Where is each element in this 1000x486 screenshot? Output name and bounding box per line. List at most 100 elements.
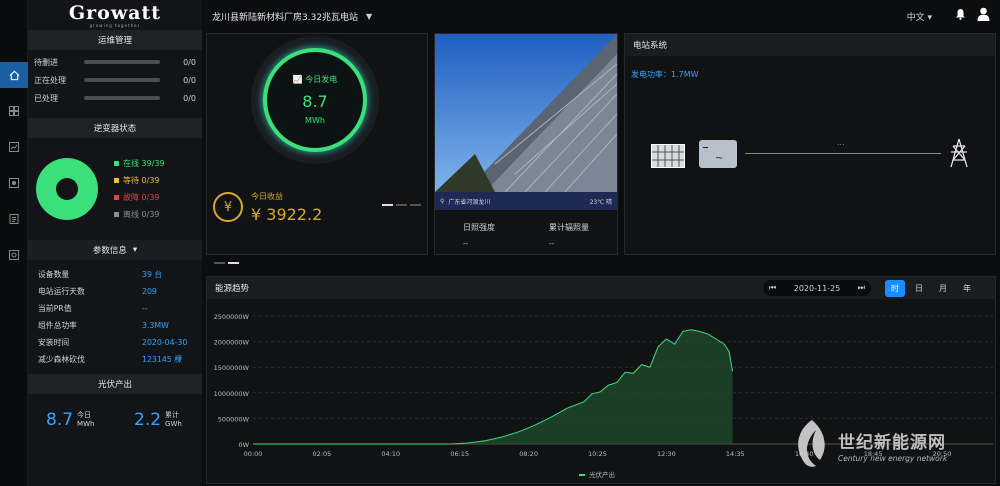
date-value: 2020-11-25 — [793, 283, 841, 293]
maintenance-row: 已处理 0/0 — [28, 89, 202, 107]
legend-label: 离线 0/39 — [123, 210, 160, 219]
maintenance-value: 0/0 — [183, 75, 196, 85]
gauge-ring: 📈 今日发电 8.7 MWh — [251, 36, 379, 164]
range-tabs: 时 日 月 年 — [885, 280, 977, 297]
power-readout: 发电功率：1.7MW — [631, 69, 699, 80]
pv-output-header: 光伏产出 — [28, 374, 202, 394]
x-tick-label: 14:35 — [726, 450, 745, 458]
today-power-value: 8.7 — [302, 92, 328, 111]
y-tick-label: 500000W — [218, 415, 250, 423]
top-bar: 龙川县新陆新材料厂房3.32兆瓦电站 ▼ 中文 ▾ — [202, 0, 1000, 32]
total-output: 2.2 累计 GWh — [134, 410, 182, 430]
maintenance-label: 待删进 — [34, 57, 58, 67]
language-selector[interactable]: 中文 ▾ — [907, 10, 932, 23]
y-tick-label: 2000000W — [214, 339, 250, 347]
tab-year[interactable]: 年 — [957, 280, 977, 297]
param-value: 209 — [142, 287, 157, 296]
maintenance-label: 已处理 — [34, 93, 58, 103]
params-list: 设备数量 39 台 电站运行天数 209 当前PR值 -- 组件总功率 3.3MW 安装… — [28, 266, 202, 368]
x-tick-label: 04:10 — [381, 450, 400, 458]
params-header[interactable]: 参数信息 ▾ — [28, 240, 202, 260]
next-date-icon[interactable]: ⏭ — [858, 283, 865, 293]
param-value: 2020-04-30 — [142, 338, 188, 347]
language-label: 中文 — [906, 13, 925, 23]
power-value: 1.7MW — [671, 70, 699, 79]
device-icon[interactable] — [0, 170, 28, 196]
settings-icon[interactable] — [0, 242, 28, 268]
x-tick-label: 06:15 — [450, 450, 469, 458]
param-row: 设备数量 39 台 — [28, 266, 202, 283]
cumulative-label: 累计辐照量 — [549, 223, 589, 232]
param-row: 电站运行天数 209 — [28, 283, 202, 300]
param-row: 减少森林砍伐 123145 棵 — [28, 351, 202, 368]
logo: Growatt growing together — [28, 0, 202, 30]
caret-down-icon: ▾ — [132, 245, 138, 255]
location-name: 广东省河源龙川 — [448, 198, 491, 206]
chart-up-icon: 📈 — [292, 75, 303, 84]
y-tick-label: 1000000W — [214, 390, 250, 398]
plant-photo-card: ⚲ 广东省河源龙川 23℃ 晴 日照强度 -- 累计辐照量 -- — [434, 33, 618, 255]
weather: 23℃ 晴 — [589, 198, 612, 206]
total-output-value: 2.2 — [134, 410, 162, 430]
legend-item: 故障 0/39 — [114, 189, 165, 206]
chart-icon[interactable] — [0, 134, 28, 160]
user-icon[interactable] — [977, 7, 990, 23]
today-power-unit: MWh — [305, 116, 325, 125]
today-income-value: ¥ 3922.2 — [251, 205, 323, 224]
date-picker[interactable]: ⏮ 2020-11-25 ⏭ — [763, 280, 871, 296]
param-label: 设备数量 — [38, 270, 70, 279]
home-icon[interactable] — [0, 62, 28, 88]
legend-label: 故障 0/39 — [123, 193, 160, 202]
sidebar: Growatt growing together 运维管理 待删进 0/0 正在处… — [28, 0, 202, 486]
irradiance-label: 日照强度 — [463, 223, 495, 232]
logo-text: Growatt — [68, 1, 162, 24]
report-icon[interactable] — [0, 206, 28, 232]
x-tick-label: 08:20 — [519, 450, 538, 458]
param-label: 安装时间 — [38, 338, 70, 347]
legend-item: 在线 39/39 — [114, 155, 165, 172]
maintenance-header: 运维管理 — [28, 30, 202, 50]
today-income-label: 今日收益 — [251, 192, 283, 201]
tab-hour[interactable]: 时 — [885, 280, 905, 297]
param-row: 安装时间 2020-04-30 — [28, 334, 202, 351]
money-bag-icon: ¥ — [213, 192, 243, 222]
param-value: 123145 棵 — [142, 355, 183, 364]
total-label: 累计 — [165, 411, 180, 419]
x-tick-label: 12:30 — [657, 450, 676, 458]
tab-month[interactable]: 月 — [933, 280, 953, 297]
y-tick-label: 1500000W — [214, 364, 250, 372]
maintenance-value: 0/0 — [183, 93, 196, 103]
grid-icon[interactable] — [0, 98, 28, 124]
inverter-icon: ⎯ ~ — [699, 140, 737, 168]
prev-date-icon[interactable]: ⏮ — [769, 283, 776, 293]
today-power-label-wrap: 📈 今日发电 — [251, 74, 379, 85]
legend-item: 离线 0/39 — [114, 206, 165, 223]
watermark: 世纪新能源网 Century new energy network — [790, 414, 998, 474]
carousel-dots[interactable] — [382, 204, 421, 206]
maintenance-label: 正在处理 — [34, 75, 66, 85]
plant-photo — [435, 34, 617, 192]
power-tower-icon — [950, 138, 968, 168]
today-label: 今日 — [77, 411, 92, 419]
y-tick-label: 2500000W — [214, 313, 250, 321]
maintenance-list: 待删进 0/0 正在处理 0/0 已处理 0/0 — [28, 50, 202, 107]
tab-day[interactable]: 日 — [909, 280, 929, 297]
station-system-title: 电站系统 — [625, 34, 995, 56]
param-label: 当前PR值 — [38, 304, 72, 313]
param-row: 组件总功率 3.3MW — [28, 317, 202, 334]
series-area — [253, 329, 733, 444]
param-label: 电站运行天数 — [38, 287, 85, 296]
bell-icon[interactable] — [955, 8, 966, 22]
maintenance-row: 正在处理 0/0 — [28, 71, 202, 89]
flow-line — [745, 153, 941, 154]
plant-selector[interactable]: 龙川县新陆新材料厂房3.32兆瓦电站 — [212, 10, 358, 23]
caret-down-icon[interactable]: ▼ — [366, 12, 372, 21]
solar-panel-icon — [651, 144, 685, 168]
progress-bar — [84, 60, 160, 64]
param-label: 减少森林砍伐 — [38, 355, 85, 364]
legend-item: 等待 0/39 — [114, 172, 165, 189]
power-label: 发电功率： — [631, 70, 671, 79]
logo-tagline: growing together — [89, 22, 141, 28]
page-dots[interactable] — [214, 262, 239, 264]
status-donut — [36, 158, 98, 220]
